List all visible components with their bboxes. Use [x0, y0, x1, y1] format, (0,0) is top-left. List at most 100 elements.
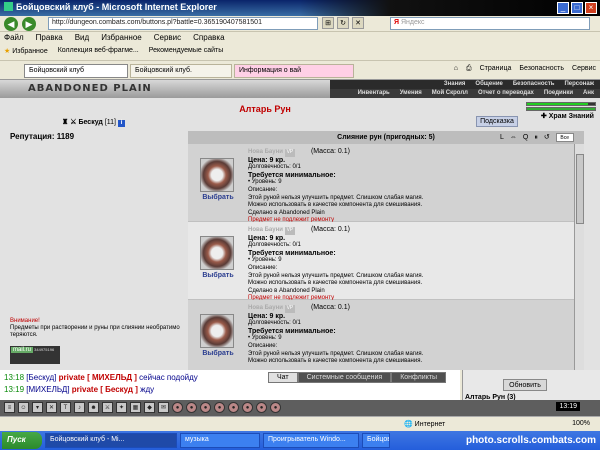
nav-character[interactable]: Персонаж	[564, 80, 594, 89]
fight-icon[interactable]: ⚔	[102, 402, 113, 413]
tools-menu[interactable]: Сервис	[572, 65, 596, 73]
menu-view[interactable]: Вид	[75, 33, 89, 44]
rune-image[interactable]	[200, 314, 234, 348]
nav-transfers[interactable]: Отчет о переводах	[478, 89, 534, 98]
maximize-icon[interactable]: □	[571, 2, 583, 14]
nav-inventory[interactable]: Инвентарь	[358, 89, 390, 98]
translit-icon[interactable]: T	[60, 402, 71, 413]
location-label[interactable]: ✚ Храм Знаний	[541, 112, 594, 120]
pause-icon[interactable]: ⏸	[534, 131, 538, 144]
item-name[interactable]: Нова Бауни	[248, 149, 283, 155]
back-icon[interactable]: ◀	[4, 17, 18, 31]
tab-conflicts[interactable]: Конфликты	[391, 372, 447, 383]
sort-select[interactable]: Все	[555, 133, 574, 142]
chat-user[interactable]: [Бескуд]	[26, 373, 56, 382]
chat-target[interactable]: [ Бескуд ]	[100, 385, 138, 394]
window-title: Бойцовский клуб - Microsoft Internet Exp…	[16, 2, 217, 12]
chat-target[interactable]: [ МИХЕЛЬД ]	[87, 373, 137, 382]
nav-scroll[interactable]: Мой Скролл	[432, 89, 468, 98]
potion-icon[interactable]: ●	[228, 402, 239, 413]
menu-file[interactable]: Файл	[4, 33, 24, 44]
select-button[interactable]: Выбрать	[200, 350, 236, 357]
smile-icon[interactable]: ☺	[18, 402, 29, 413]
search-input[interactable]: Я Яндекс	[390, 17, 590, 30]
sound-icon[interactable]: ♪	[74, 402, 85, 413]
url-input[interactable]: http://dungeon.combats.com/buttons.pl?ba…	[48, 17, 318, 30]
potion-icon[interactable]: ●	[270, 402, 281, 413]
hint-button[interactable]: Подсказка	[476, 116, 518, 127]
nav-security[interactable]: Безопасность	[513, 80, 555, 89]
potion-icon[interactable]: ●	[186, 402, 197, 413]
taskbar-button[interactable]: Бойцовский клуб - Mi...	[45, 433, 177, 448]
start-button[interactable]: Пуск	[2, 432, 42, 449]
scroll-icon[interactable]: ✉	[158, 402, 169, 413]
refresh-icon[interactable]: ↻	[337, 17, 349, 29]
reload-icon[interactable]: ↺	[544, 131, 550, 144]
item-name[interactable]: Нова Бауни	[248, 305, 283, 311]
close-icon[interactable]: ×	[585, 2, 597, 14]
taskbar-button[interactable]: Бойцовский клуб...	[362, 433, 390, 448]
taskbar-button[interactable]: Проигрыватель Windo...	[263, 433, 359, 448]
filter-icon[interactable]: ▾	[32, 402, 43, 413]
home-icon[interactable]: ⌂	[454, 65, 458, 73]
item-mass: (Масса: 0.1)	[310, 304, 350, 311]
potion-icon[interactable]: ●	[214, 402, 225, 413]
warning-text: Предметы при растворении и руны при слия…	[10, 325, 180, 338]
tab-item[interactable]: Бойцовский клуб	[24, 64, 128, 78]
menu-favorites[interactable]: Избранное	[101, 33, 142, 44]
rune-image[interactable]	[200, 158, 234, 192]
print-icon[interactable]: ⎙	[466, 65, 472, 73]
nav-social[interactable]: Общение	[475, 80, 502, 89]
refresh-button[interactable]: Обновить	[503, 379, 547, 391]
clear-icon[interactable]: ✕	[46, 402, 57, 413]
favorite-item[interactable]: Коллекция веб-фрагме...	[58, 47, 139, 58]
chat-mode-icon[interactable]: ≡	[4, 402, 15, 413]
chat-user[interactable]: [МИХЕЛЬД]	[26, 385, 69, 394]
forward-icon[interactable]: ▶	[22, 17, 36, 31]
filter-l-icon[interactable]: L	[500, 131, 504, 144]
stop-icon[interactable]: ✕	[352, 17, 364, 29]
minimize-icon[interactable]: _	[557, 2, 569, 14]
taskbar-button[interactable]: музыка	[180, 433, 260, 448]
tab-system[interactable]: Системные сообщения	[297, 372, 392, 383]
item-desc2: Можно использовать в качестве компонента…	[248, 358, 423, 365]
nav-knowledge[interactable]: Знания	[444, 80, 466, 89]
compat-icon[interactable]: ⊞	[322, 17, 334, 29]
tab-item[interactable]: Информация о вай	[234, 64, 354, 78]
menu-tools[interactable]: Сервис	[154, 33, 181, 44]
chat-text: сейчас подойду	[139, 373, 198, 382]
swap-icon[interactable]: ⇔	[510, 131, 517, 144]
search-icon[interactable]: Q	[523, 131, 528, 144]
item-list-scrollbar[interactable]	[574, 144, 584, 370]
security-menu[interactable]: Безопасность	[519, 65, 564, 73]
player-name[interactable]: Бескуд	[78, 119, 102, 126]
favorites-button[interactable]: ★ Избранное	[4, 47, 48, 58]
scroll-thumb[interactable]	[576, 154, 584, 224]
tab-item[interactable]: Бойцовский клуб.	[130, 64, 232, 78]
tab-chat[interactable]: Чат	[268, 372, 298, 383]
mailru-counter[interactable]: mail.ru 344975196	[10, 346, 60, 364]
yandex-icon: Я	[394, 19, 401, 26]
potion-icon[interactable]: ●	[242, 402, 253, 413]
potion-icon[interactable]: ●	[200, 402, 211, 413]
menu-help[interactable]: Справка	[193, 33, 224, 44]
nav-anketa[interactable]: Анк	[583, 89, 594, 98]
nav-battles[interactable]: Поединки	[544, 89, 573, 98]
potion-icon[interactable]: ●	[172, 402, 183, 413]
rune-image[interactable]	[200, 236, 234, 270]
page-menu[interactable]: Страница	[480, 65, 512, 73]
select-button[interactable]: Выбрать	[200, 272, 236, 279]
map-icon[interactable]: ▦	[130, 402, 141, 413]
bag-icon[interactable]: ◆	[144, 402, 155, 413]
game-logo: ABANDONED PLAIN	[28, 83, 152, 94]
select-button[interactable]: Выбрать	[200, 194, 236, 201]
item-name[interactable]: Нова Бауни	[248, 227, 283, 233]
nav-skills[interactable]: Умения	[400, 89, 422, 98]
zoom-level[interactable]: 100%	[572, 420, 590, 427]
info-icon[interactable]: i	[117, 120, 125, 127]
magic-icon[interactable]: ✦	[116, 402, 127, 413]
menu-edit[interactable]: Правка	[36, 33, 63, 44]
potion-icon[interactable]: ●	[256, 402, 267, 413]
people-icon[interactable]: ☻	[88, 402, 99, 413]
favorite-item[interactable]: Рекомендуемые сайты	[149, 47, 223, 58]
